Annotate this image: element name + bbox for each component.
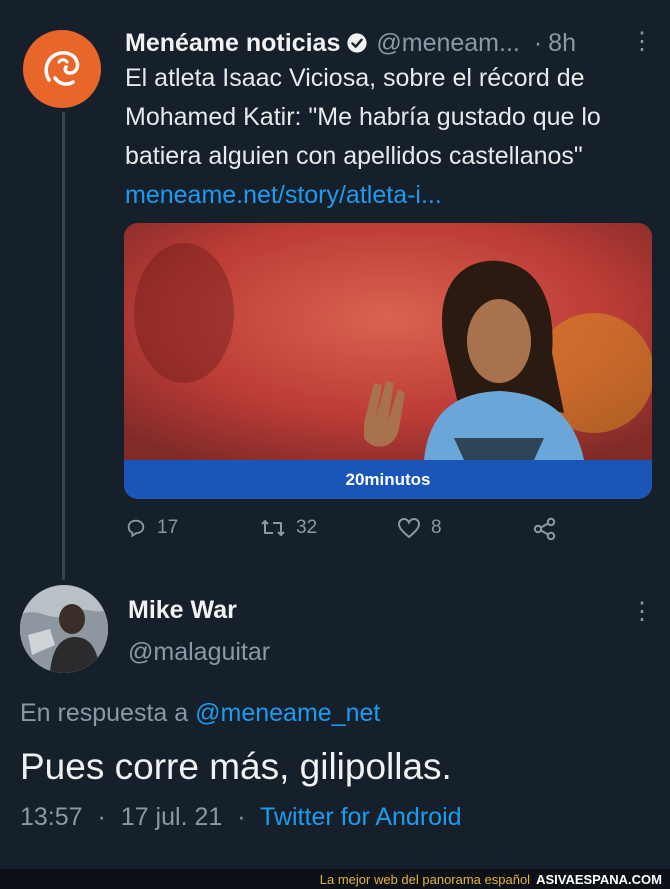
tweet-text-line-2: Mohamed Katir: "Me habría gustado que lo — [125, 103, 601, 131]
reply-date[interactable]: 17 jul. 21 — [121, 803, 222, 831]
reply-author-name[interactable]: Mike War — [128, 596, 237, 625]
tweet-text-line-1: El atleta Isaac Viciosa, sobre el récord… — [125, 64, 585, 92]
user-avatar[interactable] — [20, 585, 108, 673]
author-name[interactable]: Menéame noticias — [125, 29, 340, 58]
thread-connector-line — [62, 112, 65, 580]
meneame-avatar[interactable] — [23, 30, 101, 108]
reply-text: Pues corre más, gilipollas. — [20, 746, 452, 787]
author-handle[interactable]: @meneam... — [376, 29, 519, 58]
verified-badge-icon — [346, 32, 368, 54]
footer-brand[interactable]: ASIVAESPANA.COM — [536, 872, 662, 887]
retweet-action[interactable]: 32 — [260, 517, 317, 539]
site-footer: La mejor web del panorama español ASIVAE… — [0, 869, 670, 889]
reply-more-options-icon[interactable]: ⋮ — [630, 600, 654, 624]
like-count: 8 — [431, 517, 442, 538]
like-action[interactable]: 8 — [397, 517, 442, 539]
reply-author-handle[interactable]: @malaguitar — [128, 638, 270, 667]
heart-icon — [397, 517, 421, 539]
tweet-time[interactable]: 8h — [548, 29, 576, 58]
separator-dot: · — [97, 803, 106, 831]
tweet-actions: 17 32 8 — [125, 517, 565, 549]
share-action[interactable] — [532, 517, 558, 541]
tweet-thread-screenshot: Menéame noticias @meneam... · 8h ⋮ El at… — [0, 0, 670, 869]
reply-icon — [127, 519, 145, 538]
meneame-logo-icon — [44, 51, 80, 86]
reply-mention-link[interactable]: @meneame_net — [195, 699, 380, 727]
reply-count: 17 — [157, 517, 179, 538]
separator-dot: · — [237, 803, 246, 831]
in-reply-to: En respuesta a @meneame_net — [20, 699, 380, 728]
retweet-count: 32 — [296, 517, 318, 538]
card-source-label: 20minutos — [124, 460, 652, 499]
footer-tagline: La mejor web del panorama español — [319, 871, 531, 887]
reply-time[interactable]: 13:57 — [20, 803, 83, 831]
tweet-header: Menéame noticias @meneam... · 8h — [125, 28, 645, 58]
reply-metadata: 13:57 · 17 jul. 21 · Twitter for Android — [20, 803, 462, 832]
tweet-link[interactable]: meneame.net/story/atleta-i... — [125, 181, 442, 210]
reply-client[interactable]: Twitter for Android — [260, 803, 461, 831]
retweet-icon — [261, 520, 285, 536]
athlete-photo — [124, 223, 652, 460]
separator-dot: · — [533, 28, 543, 57]
reply-prefix: En respuesta a — [20, 699, 189, 727]
reply-action[interactable]: 17 — [125, 517, 178, 539]
link-preview-card[interactable]: 20minutos — [124, 223, 652, 499]
share-icon — [533, 517, 556, 541]
avatar-photo — [20, 585, 108, 673]
tweet-text-line-3: batiera alguien con apellidos castellano… — [125, 142, 583, 170]
more-options-icon[interactable]: ⋮ — [630, 30, 654, 54]
